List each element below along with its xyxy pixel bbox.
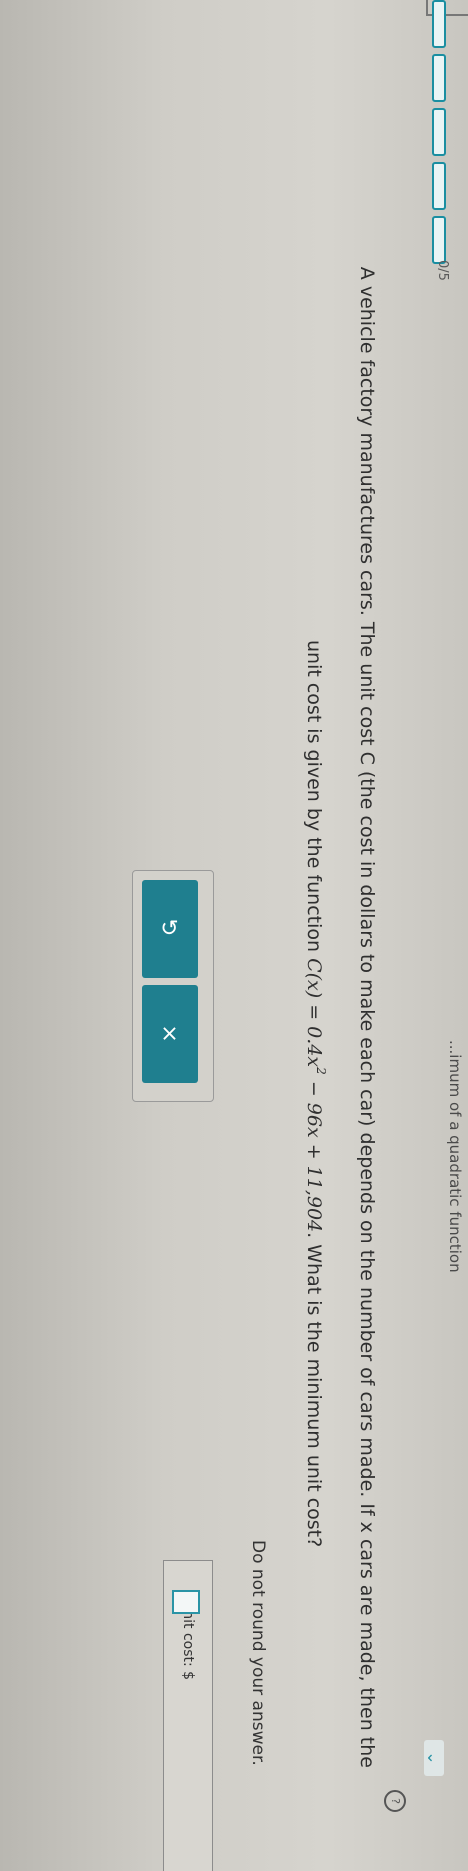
undo-button[interactable]: ↺ [142, 880, 198, 978]
clear-button[interactable]: × [142, 985, 198, 1083]
progress-label: 0/5 [435, 260, 450, 281]
progress-segment [432, 0, 446, 48]
rotated-page: 0/5 ...imum of a quadratic function ⌄ ? … [0, 0, 468, 1871]
cost-function-left: C(x) = 0.4x [303, 958, 325, 1068]
progress-segment [432, 162, 446, 210]
undo-icon: ↺ [160, 916, 180, 942]
cost-function-exponent: 2 [314, 1067, 328, 1075]
expand-button[interactable]: ⌄ [424, 1740, 444, 1776]
question-line-2: unit cost is given by the function C(x) … [303, 640, 328, 1547]
question-icon[interactable]: ? [384, 1790, 406, 1812]
screen: 0/5 ...imum of a quadratic function ⌄ ? … [0, 0, 468, 1871]
topic-title: ...imum of a quadratic function [446, 1040, 464, 1273]
question-line-2-suffix: . What is the minimum unit cost? [303, 1232, 325, 1548]
progress-segment [432, 216, 446, 264]
top-bar: 0/5 ...imum of a quadratic function ⌄ [416, 0, 468, 1871]
unit-cost-input[interactable] [172, 1590, 200, 1614]
question-line-1: A vehicle factory manufactures cars. The… [356, 266, 378, 1768]
progress-segment [432, 54, 446, 102]
instruction-note: Do not round your answer. [248, 1540, 268, 1766]
close-icon: × [160, 1021, 180, 1047]
cost-function-right: − 96x + 11,904 [303, 1080, 325, 1233]
question-line-2-prefix: unit cost is given by the function [303, 640, 325, 953]
progress-bar [432, 0, 446, 264]
progress-segment [432, 108, 446, 156]
chevron-down-icon: ⌄ [424, 1751, 444, 1765]
